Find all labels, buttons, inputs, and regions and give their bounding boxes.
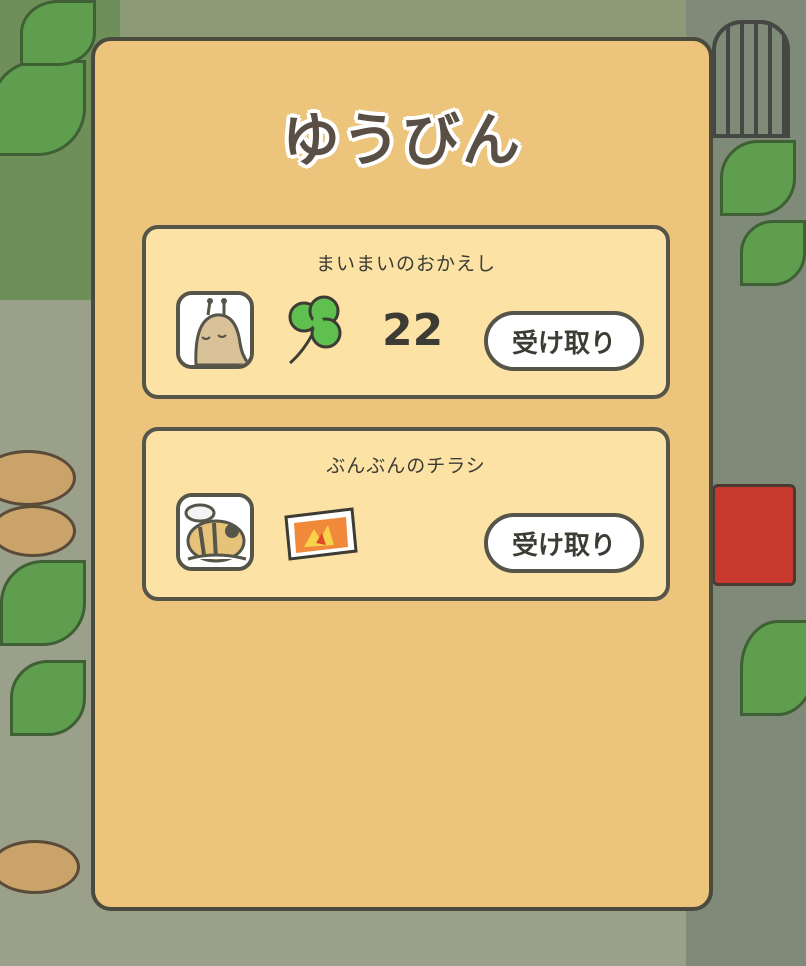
fence [712,20,790,138]
dialog-title: ゆうびん [281,106,522,174]
receive-button[interactable]: 受け取り [484,513,644,573]
leaf [740,220,806,286]
mail-item-sender: ぶんぶんのチラシ [326,455,486,477]
leaf [0,560,86,646]
flyer-icon [282,493,358,569]
mail-dialog: ゆうびん まいまいのおかえし 22 受け取り ぶんぶんのチラシ 受け取り [91,37,713,911]
bee-avatar-icon [176,493,254,571]
mailbox[interactable] [712,484,796,586]
clover-icon [282,291,346,367]
receive-button[interactable]: 受け取り [484,311,644,371]
leaf [20,0,96,66]
mail-item: ぶんぶんのチラシ 受け取り [142,427,670,601]
snail-avatar-icon [176,291,254,369]
mail-item-sender: まいまいのおかえし [315,253,496,275]
leaf [10,660,86,736]
mail-item: まいまいのおかえし 22 受け取り [142,225,670,399]
leaf [720,140,796,216]
reward-count: 22 [382,305,444,356]
leaf [740,620,806,716]
